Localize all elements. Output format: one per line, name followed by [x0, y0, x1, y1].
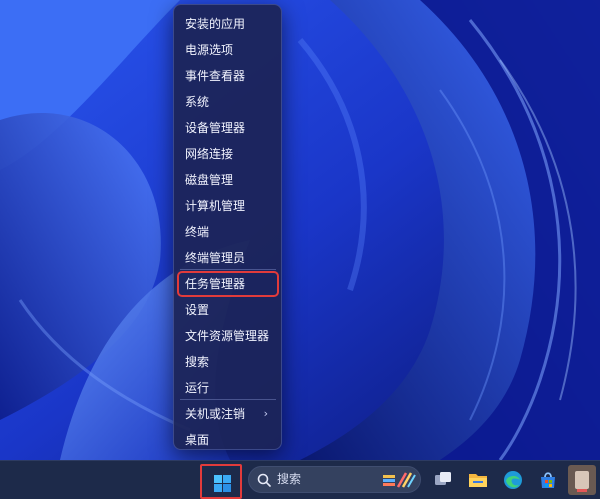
menu-item-network[interactable]: 网络连接: [178, 142, 278, 166]
taskbar: 搜索: [0, 460, 600, 499]
menu-item-disk-management[interactable]: 磁盘管理: [178, 168, 278, 192]
windows-start-icon: [214, 475, 231, 492]
edge-browser-icon[interactable]: [502, 469, 524, 491]
menu-item-system[interactable]: 系统: [178, 90, 278, 114]
chevron-right-icon: ›: [263, 407, 268, 420]
menu-item-terminal-admin[interactable]: 终端管理员: [178, 246, 278, 270]
menu-item-task-manager[interactable]: 任务管理器: [177, 271, 279, 297]
menu-separator: [180, 269, 276, 270]
file-explorer-icon[interactable]: [467, 469, 489, 491]
menu-item-power-options[interactable]: 电源选项: [178, 38, 278, 62]
menu-item-run[interactable]: 运行: [178, 376, 278, 400]
menu-item-shutdown-signout[interactable]: 关机或注销 ›: [178, 402, 278, 426]
menu-item-file-explorer[interactable]: 文件资源管理器: [178, 324, 278, 348]
start-context-menu: 安装的应用 电源选项 事件查看器 系统 设备管理器 网络连接 磁盘管理 计算机管…: [173, 4, 282, 450]
search-highlight-icon: [383, 472, 416, 488]
menu-item-device-manager[interactable]: 设备管理器: [178, 116, 278, 140]
menu-item-label: 关机或注销: [185, 407, 246, 421]
desktop-wallpaper: [0, 0, 600, 460]
menu-item-desktop[interactable]: 桌面: [178, 428, 278, 452]
store-icon[interactable]: [537, 469, 559, 491]
taskbar-search-box[interactable]: 搜索: [248, 466, 421, 493]
menu-item-event-viewer[interactable]: 事件查看器: [178, 64, 278, 88]
menu-separator: [180, 399, 276, 400]
task-view-icon[interactable]: [432, 469, 454, 491]
menu-item-settings[interactable]: 设置: [178, 298, 278, 322]
menu-item-computer-management[interactable]: 计算机管理: [178, 194, 278, 218]
menu-item-installed-apps[interactable]: 安装的应用: [178, 12, 278, 36]
search-icon: [257, 473, 271, 487]
app-icon[interactable]: [568, 465, 596, 495]
start-button[interactable]: [200, 464, 242, 499]
menu-item-terminal[interactable]: 终端: [178, 220, 278, 244]
menu-item-search[interactable]: 搜索: [178, 350, 278, 374]
search-placeholder: 搜索: [277, 472, 302, 486]
